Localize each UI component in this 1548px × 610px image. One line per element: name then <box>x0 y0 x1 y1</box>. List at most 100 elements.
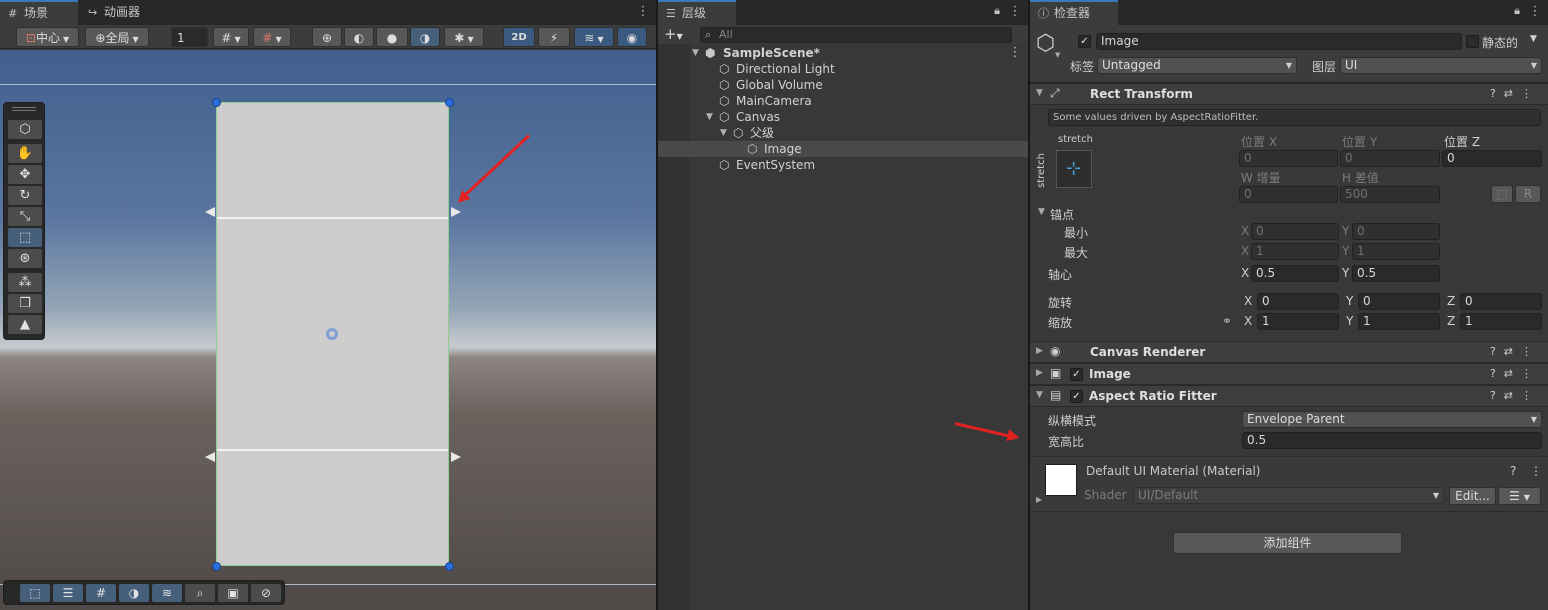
pos-z-field[interactable]: 0 <box>1442 150 1542 167</box>
chevron-down-icon[interactable]: ▼ <box>1530 34 1537 44</box>
scale-x-field[interactable]: 1 <box>1257 313 1339 330</box>
corner-handle[interactable] <box>445 562 454 571</box>
hierarchy-search-input[interactable]: ⌕ All <box>700 27 1012 43</box>
component-header-icons[interactable]: ?⇄⋮ <box>1490 87 1540 100</box>
custom-tool-button[interactable]: ⁂ <box>8 273 42 292</box>
view-cube-button[interactable]: ⬡ <box>8 120 42 139</box>
fold-closed-icon[interactable]: ▶ <box>1036 495 1042 504</box>
hierarchy-item-global-volume[interactable]: ⬡ Global Volume <box>658 77 1028 93</box>
anchor-preset-button[interactable]: ⊹ <box>1056 150 1092 188</box>
corner-handle[interactable] <box>212 562 221 571</box>
active-checkbox[interactable]: ✓ <box>1078 35 1091 48</box>
fold-open-icon[interactable]: ▼ <box>1038 207 1045 217</box>
layers-overlay-button[interactable]: ≋ <box>152 584 182 602</box>
hierarchy-item-eventsystem[interactable]: ⬡ EventSystem <box>658 157 1028 173</box>
shaded-wireframe-button[interactable]: ◐ <box>344 27 374 47</box>
shaded-button[interactable]: ◑ <box>410 27 440 47</box>
hierarchy-item-image[interactable]: ⬡ Image <box>658 141 1028 157</box>
hierarchy-item-directional-light[interactable]: ⬡ Directional Light <box>658 61 1028 77</box>
effects-dropdown[interactable]: ≋ ▼ <box>574 27 614 47</box>
unlit-shading-button[interactable]: ● <box>376 27 408 47</box>
tab-animator[interactable]: ↪ 动画器 <box>80 0 160 25</box>
tab-hierarchy[interactable]: ☰ 层级 <box>658 0 736 25</box>
hierarchy-item-parent[interactable]: ▼ ⬡ 父级 <box>658 125 1028 141</box>
scale-y-field[interactable]: 1 <box>1358 313 1440 330</box>
scene-item-kebab-icon[interactable]: ⋮ <box>1008 45 1022 61</box>
scene-viewport[interactable]: ⬡ ✋ ✥ ↻ ⤡ ⬚ ⊛ ⁂ ❐ ▲ <box>0 50 656 610</box>
component-header-icons[interactable]: ?⇄⋮ <box>1490 389 1540 402</box>
handle-space-dropdown[interactable]: ⊕全局 ▼ <box>85 27 149 47</box>
tag-dropdown[interactable]: Untagged ▼ <box>1097 57 1297 74</box>
object-name-field[interactable]: Image <box>1096 33 1462 50</box>
aspect-ratio-fitter-header[interactable]: ▼ ▤ ✓ Aspect Ratio Fitter ?⇄⋮ <box>1030 385 1548 407</box>
fitter-enabled-checkbox[interactable]: ✓ <box>1070 390 1083 403</box>
anchor-handle[interactable] <box>451 207 461 217</box>
camera-overlay-button[interactable]: ▣ <box>218 584 248 602</box>
canvas-renderer-header[interactable]: ▶ ◉ Canvas Renderer ?⇄⋮ <box>1030 341 1548 363</box>
component-header-icons[interactable]: ?⇄⋮ <box>1490 345 1540 358</box>
move-tool-button[interactable]: ✥ <box>8 165 42 184</box>
shader-edit-button[interactable]: Edit... <box>1449 487 1496 505</box>
grid-snap-dropdown[interactable]: # ▼ <box>213 27 249 47</box>
material-preview[interactable] <box>1045 464 1077 496</box>
pivot-handle[interactable] <box>326 328 338 340</box>
rotation-z-field[interactable]: 0 <box>1460 293 1542 310</box>
duplicate-tool-button[interactable]: ❐ <box>8 294 42 313</box>
tab-scene[interactable]: # 场景 <box>0 0 78 25</box>
hierarchy-item-maincamera[interactable]: ⬡ MainCamera <box>658 93 1028 109</box>
drag-grip[interactable] <box>12 110 36 111</box>
lock-icon[interactable]: 🔒︎ <box>990 4 1004 18</box>
rect-transform-header[interactable]: ▼ ⤢ Rect Transform ?⇄⋮ <box>1030 83 1548 105</box>
increment-snap-dropdown[interactable]: # ▼ <box>253 27 291 47</box>
view-tool-button[interactable]: ✋ <box>8 144 42 163</box>
pivot-x-field[interactable]: 0.5 <box>1251 265 1339 282</box>
anchor-handle[interactable] <box>205 207 215 217</box>
wireframe-shading-button[interactable]: ⊕ <box>312 27 342 47</box>
create-dropdown[interactable]: +▼ <box>664 25 683 43</box>
inspector-kebab-icon[interactable]: ⋮ <box>1528 4 1542 19</box>
rect-overlay-button[interactable]: ⬚ <box>20 584 50 602</box>
2d-mode-button[interactable]: 2D <box>503 27 535 47</box>
hierarchy-item-samplescene[interactable]: ▼ ⬢ SampleScene* ⋮ <box>658 45 1028 61</box>
hierarchy-item-canvas[interactable]: ▼ ⬡ Canvas <box>658 109 1028 125</box>
link-icon[interactable]: ⚭ <box>1222 314 1232 328</box>
aspect-ratio-field[interactable]: 0.5 <box>1242 432 1542 449</box>
static-checkbox[interactable] <box>1466 35 1479 48</box>
pivot-mode-dropdown[interactable]: ⊡中心 ▼ <box>16 27 79 47</box>
debug-draw-dropdown[interactable]: ✱ ▼ <box>444 27 484 47</box>
corner-handle[interactable] <box>212 98 221 107</box>
shader-dropdown[interactable]: UI/Default ▼ <box>1133 487 1444 504</box>
scale-z-field[interactable]: 1 <box>1460 313 1542 330</box>
terrain-tool-button[interactable]: ▲ <box>8 315 42 334</box>
transform-tool-button[interactable]: ⊛ <box>8 249 42 268</box>
shader-options-dropdown[interactable]: ☰ ▼ <box>1498 487 1541 505</box>
corner-handle[interactable] <box>445 98 454 107</box>
gizmo-overlay-button[interactable]: ⊘ <box>251 584 281 602</box>
lock-icon[interactable]: 🔒︎ <box>1510 4 1524 18</box>
rotate-tool-button[interactable]: ↻ <box>8 186 42 205</box>
rect-tool-button[interactable]: ⬚ <box>8 228 42 247</box>
image-enabled-checkbox[interactable]: ✓ <box>1070 368 1083 381</box>
hierarchy-kebab-icon[interactable]: ⋮ <box>1008 4 1022 19</box>
drag-grip[interactable] <box>12 107 36 108</box>
search-overlay-button[interactable]: ⌕ <box>185 584 215 602</box>
lighting-toggle-button[interactable]: ⚡ <box>538 27 570 47</box>
rotation-y-field[interactable]: 0 <box>1358 293 1440 310</box>
anchor-handle[interactable] <box>451 452 461 462</box>
shading-overlay-button[interactable]: ◑ <box>119 584 149 602</box>
component-header-icons[interactable]: ?⇄⋮ <box>1490 367 1540 380</box>
scene-visibility-button[interactable]: ◉ <box>617 27 647 47</box>
rotation-x-field[interactable]: 0 <box>1257 293 1339 310</box>
aspect-mode-dropdown[interactable]: Envelope Parent ▼ <box>1242 411 1542 428</box>
layer-dropdown[interactable]: UI ▼ <box>1340 57 1542 74</box>
scale-tool-button[interactable]: ⤡ <box>8 207 42 226</box>
grid-step-field[interactable]: 1 <box>171 27 208 47</box>
blueprint-mode-button[interactable]: ⬚ <box>1491 185 1513 203</box>
help-icon[interactable]: ? <box>1510 464 1516 478</box>
pivot-y-field[interactable]: 0.5 <box>1352 265 1440 282</box>
material-kebab-icon[interactable]: ⋮ <box>1530 464 1542 478</box>
settings-overlay-button[interactable]: ☰ <box>53 584 83 602</box>
anchor-handle[interactable] <box>205 452 215 462</box>
tab-inspector[interactable]: ⓘ 检查器 <box>1030 0 1118 25</box>
raw-edit-button[interactable]: R <box>1515 185 1541 203</box>
